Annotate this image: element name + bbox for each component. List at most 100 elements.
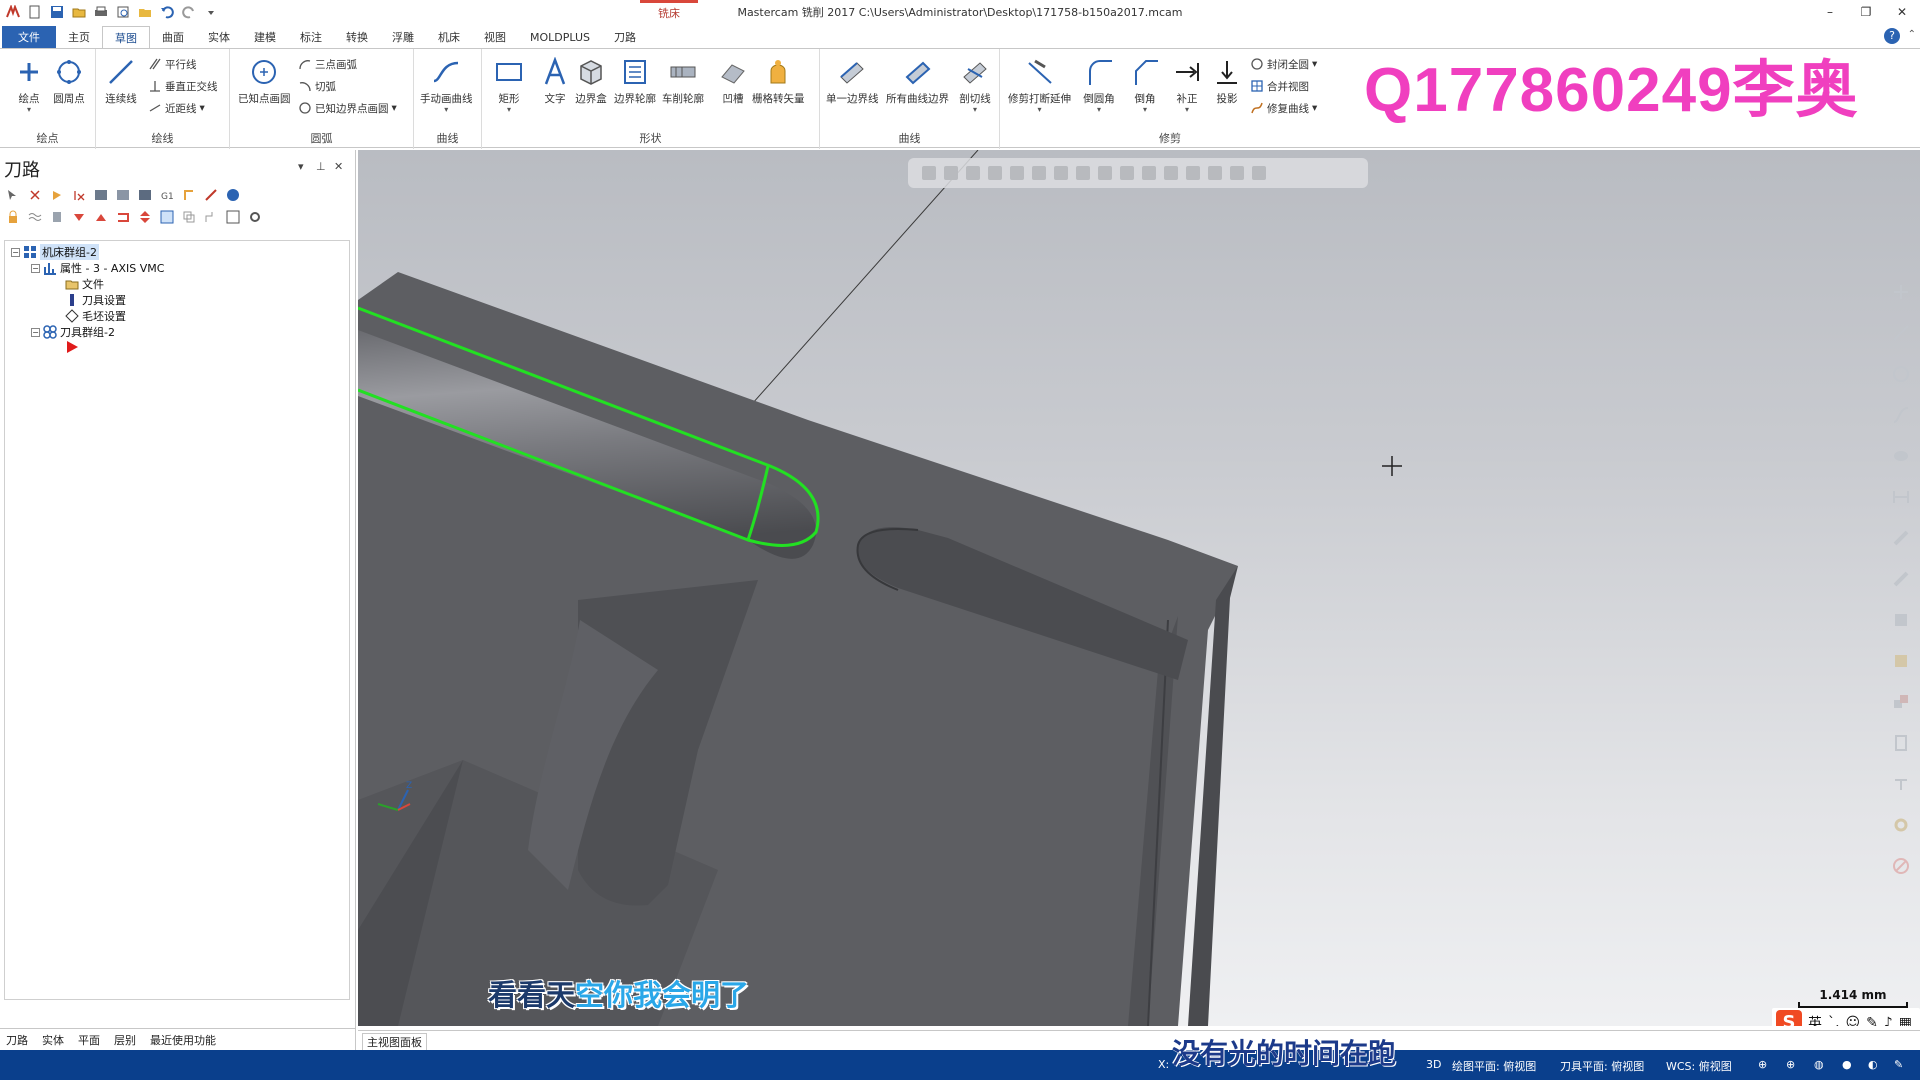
print-preview-icon[interactable] (114, 3, 132, 21)
collapse-ribbon-icon[interactable]: ⌃ (1908, 29, 1916, 40)
tree-node-files[interactable]: 文件 (65, 276, 104, 292)
edge-point-circle-button[interactable]: 已知边界点画圆 ▾ (298, 99, 397, 117)
post-gcode-icon[interactable]: G1 (158, 186, 175, 203)
tab-dimension[interactable]: 标注 (288, 26, 334, 48)
context-tab-mill[interactable]: 铣床 (640, 0, 698, 22)
closest-line-button[interactable]: 近距线 ▾ (148, 99, 205, 117)
analyze-tool-icon[interactable] (1888, 770, 1914, 798)
save-icon[interactable] (48, 3, 66, 21)
reset-icon[interactable] (1252, 166, 1266, 180)
polyline-button[interactable]: 连续线 (104, 55, 138, 106)
tree-node-tool-settings[interactable]: 刀具设置 (65, 292, 126, 308)
collapse-toggle-icon[interactable]: − (31, 263, 40, 273)
network-icon[interactable]: ⊕ (1786, 1058, 1795, 1071)
bottom-tab-levels[interactable]: 层别 (114, 1032, 136, 1048)
tab-file[interactable]: 文件 (2, 26, 56, 48)
dimension-tool-icon[interactable] (1888, 483, 1914, 511)
regenerate-dirty-icon[interactable] (70, 186, 87, 203)
link-icon[interactable] (202, 208, 219, 225)
tab-view[interactable]: 视图 (472, 26, 518, 48)
bottom-tab-recent[interactable]: 最近使用功能 (150, 1032, 216, 1048)
layers-tool-icon[interactable] (1888, 688, 1914, 716)
new-file-icon[interactable] (26, 3, 44, 21)
loop-select-icon[interactable] (1142, 166, 1156, 180)
tool-plane-status[interactable]: 刀具平面: 俯视图 (1560, 1058, 1644, 1074)
graphics-viewport[interactable]: Z 看看天空你我会明了 1.414 mm S 英 ˋ, ☺ ✎ ♪ ▦ (358, 150, 1920, 1026)
customize-qat-icon[interactable] (202, 3, 220, 21)
lock-icon[interactable] (4, 208, 21, 225)
viewsheet-tab-main[interactable]: 主视图面板 (362, 1033, 427, 1051)
circle-tool-icon[interactable] (1888, 360, 1914, 388)
undo-icon[interactable] (158, 3, 176, 21)
filter-icon[interactable] (1032, 166, 1046, 180)
groove-button[interactable]: 凹槽 (716, 55, 750, 106)
line-tool-icon[interactable] (1888, 319, 1914, 347)
cancel-icon[interactable] (1888, 852, 1914, 880)
box-tool-icon[interactable] (1888, 647, 1914, 675)
tab-moldplus[interactable]: MOLDPLUS (518, 26, 602, 48)
deselect-icon[interactable] (26, 186, 43, 203)
move-arrows-icon[interactable] (136, 208, 153, 225)
bottom-tab-planes[interactable]: 平面 (78, 1032, 100, 1048)
close-icon[interactable]: ✕ (1884, 0, 1920, 24)
simulate-icon[interactable] (136, 186, 153, 203)
tab-sketch[interactable]: 草图 (102, 26, 150, 48)
draw-plane-status[interactable]: 绘图平面: 俯视图 (1452, 1058, 1536, 1074)
select-mode-icon[interactable] (158, 208, 175, 225)
mic-icon[interactable]: ♪ (1884, 1015, 1893, 1026)
surface-tool-icon[interactable] (1888, 442, 1914, 470)
text-button[interactable]: 文字 (538, 55, 572, 106)
render-icon[interactable]: ● (1842, 1058, 1852, 1071)
minimize-icon[interactable]: – (1812, 0, 1848, 24)
expand-all-icon[interactable] (224, 208, 241, 225)
solid-tool-icon[interactable] (1888, 606, 1914, 634)
regenerate-icon[interactable] (48, 186, 65, 203)
rectangle-button[interactable]: 矩形 ▾ (492, 55, 526, 114)
wcs-status[interactable]: WCS: 俯视图 (1666, 1058, 1732, 1074)
close-arc-button[interactable]: 封闭全圆 ▾ (1250, 55, 1317, 73)
collapse-toggle-icon[interactable]: − (11, 247, 20, 257)
pen-icon[interactable]: ✎ (1866, 1015, 1878, 1026)
collapse-toggle-icon[interactable]: − (31, 327, 40, 337)
bottom-tab-toolpaths[interactable]: 刀路 (6, 1032, 28, 1048)
boundary-profile-button[interactable]: 边界轮廓 (614, 55, 656, 106)
help-panel-icon[interactable] (224, 186, 241, 203)
tab-surfaces[interactable]: 曲面 (150, 26, 196, 48)
tree-node-toolpath-group[interactable]: − 刀具群组-2 (31, 324, 115, 340)
section-line-button[interactable]: 剖切线 ▾ (958, 55, 992, 114)
project-button[interactable]: 投影 (1210, 55, 1244, 106)
tab-transform[interactable]: 转换 (334, 26, 380, 48)
tab-machine[interactable]: 机床 (426, 26, 472, 48)
trim-tool-icon[interactable] (1888, 565, 1914, 593)
raster-to-vector-button[interactable]: 栅格转矢量 (752, 55, 805, 106)
pin-icon[interactable]: ⊥ (316, 160, 326, 173)
edit-tool-icon[interactable] (202, 186, 219, 203)
face-select-icon[interactable] (1076, 166, 1090, 180)
tree-node-properties[interactable]: − 属性 - 3 - AXIS VMC (31, 260, 164, 276)
globe-icon[interactable]: ⊕ (1758, 1058, 1767, 1071)
join-button[interactable]: 合并视图 (1250, 77, 1309, 95)
move-up-icon[interactable] (92, 208, 109, 225)
repair-curve-button[interactable]: 修复曲线 ▾ (1250, 99, 1317, 117)
rotate-icon[interactable] (1208, 166, 1222, 180)
add-point-icon[interactable] (1888, 278, 1914, 306)
punctuation-icon[interactable]: ˋ, (1828, 1015, 1839, 1026)
panel-menu-icon[interactable]: ▾ (298, 160, 304, 173)
copy-icon[interactable] (180, 208, 197, 225)
circle-point-button[interactable]: 圆周点 (52, 55, 86, 106)
restore-icon[interactable]: ❐ (1848, 0, 1884, 24)
app-logo-icon[interactable] (4, 3, 22, 21)
all-curve-edges-button[interactable]: 所有曲线边界 (886, 55, 949, 106)
manual-curve-button[interactable]: 手动画曲线 ▾ (420, 55, 473, 114)
lock-view-icon[interactable] (922, 166, 936, 180)
section-tool-icon[interactable] (1888, 729, 1914, 757)
chamfer-button[interactable]: 倒角 ▾ (1128, 55, 1162, 114)
bounding-box-button[interactable]: 边界盒 (574, 55, 608, 106)
move-down-icon[interactable] (70, 208, 87, 225)
tab-model[interactable]: 建模 (242, 26, 288, 48)
snap-icon[interactable] (1186, 166, 1200, 180)
bottom-tab-solids[interactable]: 实体 (42, 1032, 64, 1048)
trim-break-extend-button[interactable]: 修剪打断延伸 ▾ (1008, 55, 1071, 114)
grid-icon[interactable]: ▦ (1899, 1015, 1912, 1026)
transform-tool-icon[interactable] (1888, 524, 1914, 552)
